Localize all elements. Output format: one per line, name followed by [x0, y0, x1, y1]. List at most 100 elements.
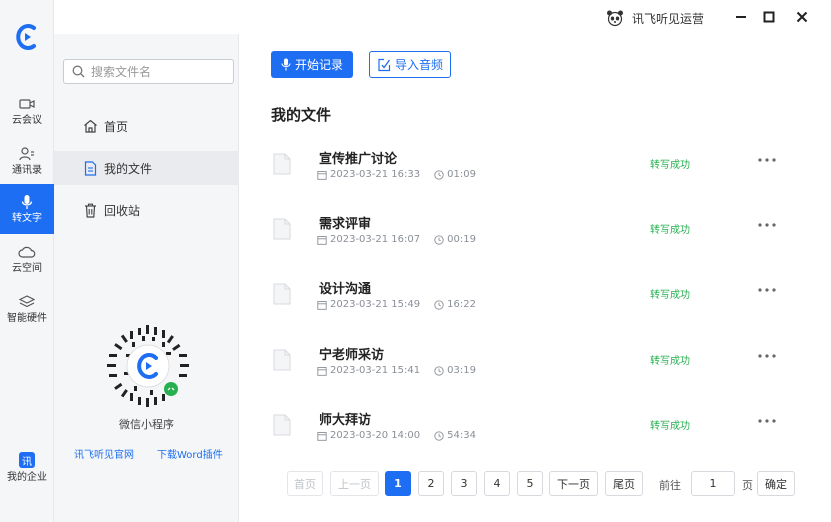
- pagination-page[interactable]: 4: [484, 471, 510, 496]
- trash-icon: [82, 202, 98, 218]
- rail-item-hardware[interactable]: 智能硬件: [0, 284, 54, 334]
- rail-item-transcribe[interactable]: 转文字: [0, 184, 54, 234]
- nav-item-label: 回收站: [104, 203, 141, 218]
- search-box[interactable]: [63, 59, 234, 84]
- status-badge: 转写成功: [650, 421, 690, 432]
- more-options-button[interactable]: [755, 414, 779, 428]
- status-badge: 转写成功: [650, 356, 690, 367]
- pagination-last[interactable]: 尾页: [605, 471, 643, 496]
- title-bar: 讯飞听见运营: [54, 0, 831, 34]
- layers-icon: [18, 294, 36, 310]
- rail-item-cloud[interactable]: 云空间: [0, 234, 54, 284]
- app-rail: 云会议 通讯录 转文字 云空间 智能硬件 讯 我的企业: [0, 0, 54, 522]
- document-icon: [82, 160, 98, 176]
- contacts-icon: [18, 146, 36, 162]
- file-date: 2023-03-21 16:33: [330, 169, 421, 180]
- pagination-page[interactable]: 2: [418, 471, 444, 496]
- file-duration: 00:19: [447, 234, 476, 245]
- file-name: 设计沟通: [319, 282, 372, 297]
- file-duration: 03:19: [447, 365, 476, 376]
- user-name: 讯飞听见运营: [632, 11, 705, 26]
- file-row[interactable]: 宁老师采访 2023-03-21 15:41 03:19 转写成功: [269, 341, 789, 391]
- calendar-icon: [317, 366, 327, 376]
- rail-item-label: 智能硬件: [7, 312, 47, 324]
- file-duration: 16:22: [447, 299, 476, 310]
- enterprise-badge: 讯: [19, 452, 35, 468]
- nav-item-home[interactable]: 首页: [54, 109, 239, 143]
- file-name: 宁老师采访: [319, 348, 385, 363]
- more-options-button[interactable]: [755, 283, 779, 297]
- file-row[interactable]: 设计沟通 2023-03-21 15:49 16:22 转写成功: [269, 275, 789, 325]
- file-meta: 2023-03-21 15:41 03:19: [317, 365, 490, 376]
- website-link[interactable]: 讯飞听见官网: [74, 446, 134, 461]
- status-badge: 转写成功: [650, 290, 690, 301]
- start-record-button[interactable]: 开始记录: [271, 51, 353, 78]
- pagination-page[interactable]: 3: [451, 471, 477, 496]
- word-plugin-link[interactable]: 下载Word插件: [157, 446, 223, 461]
- rail-item-label: 转文字: [12, 212, 42, 224]
- calendar-icon: [317, 235, 327, 245]
- search-icon: [72, 65, 85, 78]
- close-button[interactable]: [791, 6, 813, 28]
- more-icon: [758, 419, 776, 423]
- file-name: 师大拜访: [319, 413, 372, 428]
- file-meta: 2023-03-21 16:07 00:19: [317, 234, 490, 245]
- rail-item-contacts[interactable]: 通讯录: [0, 136, 54, 186]
- minimize-button[interactable]: [730, 6, 752, 28]
- file-meta: 2023-03-20 14:00 54:34: [317, 430, 490, 441]
- file-sidebar: 首页 我的文件 回收站 微信小: [54, 34, 239, 522]
- video-icon: [18, 96, 36, 112]
- pagination-confirm-button[interactable]: 确定: [757, 471, 795, 496]
- more-options-button[interactable]: [755, 218, 779, 232]
- nav-item-label: 我的文件: [104, 161, 153, 176]
- status-badge: 转写成功: [650, 225, 690, 236]
- file-row[interactable]: 师大拜访 2023-03-20 14:00 54:34 转写成功: [269, 406, 789, 456]
- pagination-page[interactable]: 1: [385, 471, 411, 496]
- file-date: 2023-03-21 16:07: [330, 234, 421, 245]
- file-name: 宣传推广讨论: [319, 152, 398, 167]
- file-meta: 2023-03-21 16:33 01:09: [317, 169, 490, 180]
- status-badge: 转写成功: [650, 160, 690, 171]
- rail-item-label: 云空间: [12, 262, 42, 274]
- file-row[interactable]: 宣传推广讨论 2023-03-21 16:33 01:09 转写成功: [269, 145, 789, 195]
- calendar-icon: [317, 431, 327, 441]
- search-input[interactable]: [91, 64, 221, 79]
- pagination-goto-input[interactable]: [691, 471, 735, 496]
- rail-item-enterprise[interactable]: 讯 我的企业: [0, 446, 54, 490]
- home-icon: [82, 118, 98, 134]
- pagination-next[interactable]: 下一页: [549, 471, 598, 496]
- clock-icon: [434, 365, 444, 376]
- file-icon: [273, 218, 291, 240]
- user-profile[interactable]: 讯飞听见运营: [606, 9, 704, 27]
- microphone-icon: [281, 58, 291, 71]
- file-date: 2023-03-21 15:49: [330, 299, 421, 310]
- cloud-icon: [18, 244, 36, 260]
- file-date: 2023-03-20 14:00: [330, 430, 421, 441]
- pagination-page[interactable]: 5: [517, 471, 543, 496]
- mini-program-caption: 微信小程序: [119, 418, 174, 431]
- close-icon: [796, 11, 808, 23]
- rail-item-label: 云会议: [12, 114, 42, 126]
- more-options-button[interactable]: [755, 153, 779, 167]
- file-meta: 2023-03-21 15:49 16:22: [317, 299, 490, 310]
- minimize-icon: [736, 16, 746, 18]
- main-content: 开始记录 导入音频 我的文件 宣传推广讨论 2023-03-21 16:33 0…: [239, 34, 831, 522]
- nav-item-my-files[interactable]: 我的文件: [54, 151, 239, 185]
- more-icon: [758, 223, 776, 227]
- import-audio-button[interactable]: 导入音频: [369, 51, 451, 78]
- file-row[interactable]: 需求评审 2023-03-21 16:07 00:19 转写成功: [269, 210, 789, 260]
- file-name: 需求评审: [319, 217, 372, 232]
- pagination-first[interactable]: 首页: [287, 471, 323, 496]
- file-icon: [273, 414, 291, 436]
- maximize-button[interactable]: [758, 6, 780, 28]
- more-options-button[interactable]: [755, 349, 779, 363]
- nav-item-recycle-bin[interactable]: 回收站: [54, 193, 239, 227]
- avatar-icon: [607, 10, 623, 27]
- clock-icon: [434, 169, 444, 180]
- mini-program-qr-icon: [107, 325, 189, 407]
- file-icon: [273, 349, 291, 371]
- rail-item-meeting[interactable]: 云会议: [0, 86, 54, 136]
- import-icon: [378, 58, 391, 71]
- pagination-prev[interactable]: 上一页: [330, 471, 379, 496]
- calendar-icon: [317, 170, 327, 180]
